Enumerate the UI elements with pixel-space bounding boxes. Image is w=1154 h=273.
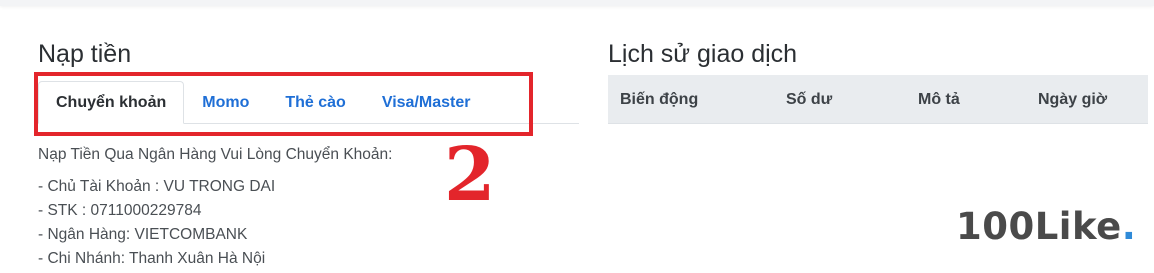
column-header-change: Biến động bbox=[620, 90, 699, 108]
watermark-logo: 100Like. bbox=[956, 205, 1136, 248]
tab-scratch-card[interactable]: Thẻ cào bbox=[267, 81, 363, 124]
annotation-step-number: 2 bbox=[444, 132, 496, 218]
account-number: - STK : 0711000229784 bbox=[38, 202, 202, 219]
bank-branch: - Chi Nhánh: Thanh Xuân Hà Nội bbox=[38, 250, 266, 267]
column-header-description: Mô tả bbox=[918, 90, 960, 108]
deposit-instructions: Nạp Tiền Qua Ngân Hàng Vui Lòng Chuyển K… bbox=[38, 143, 392, 271]
deposit-intro: Nạp Tiền Qua Ngân Hàng Vui Lòng Chuyển K… bbox=[38, 146, 393, 163]
history-table-header: Biến động Số dư Mô tả Ngày giờ bbox=[608, 75, 1148, 124]
tab-visa-master[interactable]: Visa/Master bbox=[364, 81, 489, 124]
deposit-title: Nạp tiền bbox=[38, 40, 132, 68]
deposit-tabs: Chuyển khoản Momo Thẻ cào Visa/Master bbox=[38, 81, 579, 124]
bank-name: - Ngân Hàng: VIETCOMBANK bbox=[38, 226, 248, 243]
column-header-datetime: Ngày giờ bbox=[1038, 90, 1108, 108]
page: Nạp tiền Chuyển khoản Momo Thẻ cào Visa/… bbox=[0, 0, 1154, 273]
column-header-balance: Số dư bbox=[786, 90, 833, 108]
tab-momo[interactable]: Momo bbox=[184, 81, 267, 124]
top-bar bbox=[0, 0, 1154, 6]
history-title: Lịch sử giao dịch bbox=[608, 40, 798, 68]
watermark-text: 100Like bbox=[956, 205, 1122, 248]
watermark-dot: . bbox=[1121, 205, 1137, 248]
tab-bank-transfer[interactable]: Chuyển khoản bbox=[38, 81, 185, 124]
account-holder: - Chủ Tài Khoản : VU TRONG DAI bbox=[38, 178, 276, 195]
